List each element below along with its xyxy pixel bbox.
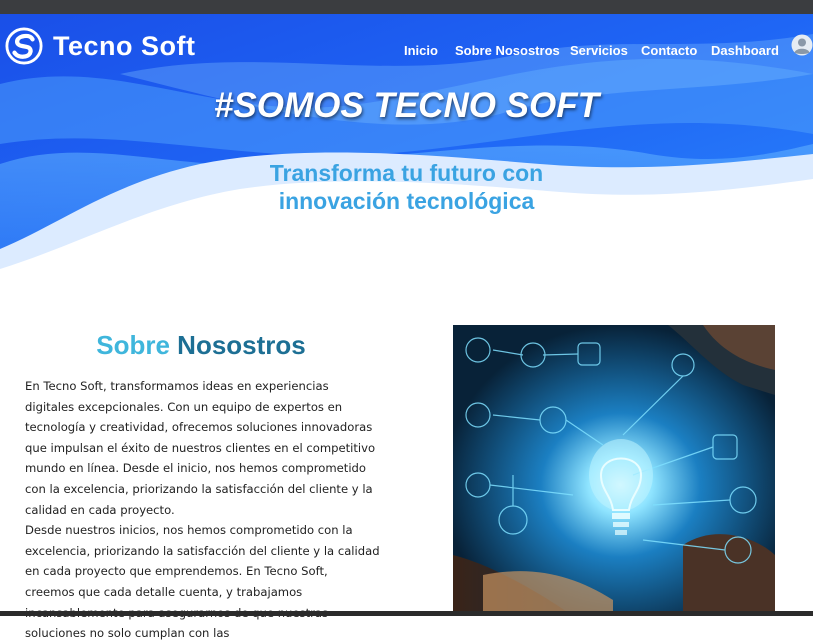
nav-link-servicios[interactable]: Servicios (570, 43, 628, 58)
about-title-word-2: Nosostros (177, 330, 306, 360)
hero-title: #SOMOS TECNO SOFT (213, 86, 600, 125)
hero-subtitle-line-1: Transforma tu futuro con (269, 160, 544, 186)
bottom-bar (0, 611, 813, 616)
nav-link-dashboard[interactable]: Dashboard (711, 43, 779, 58)
about-text: En Tecno Soft, transformamos ideas en ex… (25, 376, 380, 644)
hero-subtitle-line-2: innovación tecnológica (278, 188, 535, 214)
about-paragraph-2: Desde nuestros inicios, nos hemos compro… (25, 523, 380, 641)
hero-subtitle: Transforma tu futuro con innovación tecn… (200, 159, 613, 215)
nav-link-sobre-nosotros[interactable]: Sobre Nosostros (455, 43, 560, 58)
browser-top-strip (0, 0, 813, 14)
main-nav: Inicio Sobre Nosostros Servicios Contact… (0, 43, 813, 63)
nav-link-inicio[interactable]: Inicio (404, 43, 438, 58)
tech-lightbulb-image (453, 325, 775, 616)
nav-link-contacto[interactable]: Contacto (641, 43, 697, 58)
about-paragraph-1: En Tecno Soft, transformamos ideas en ex… (25, 379, 376, 517)
about-title-word-1: Sobre (96, 330, 170, 360)
user-avatar-icon[interactable] (791, 34, 813, 56)
about-title: Sobre Nosostros (25, 330, 377, 361)
hero-banner: Tecno Soft Inicio Sobre Nosostros Servic… (0, 14, 813, 284)
